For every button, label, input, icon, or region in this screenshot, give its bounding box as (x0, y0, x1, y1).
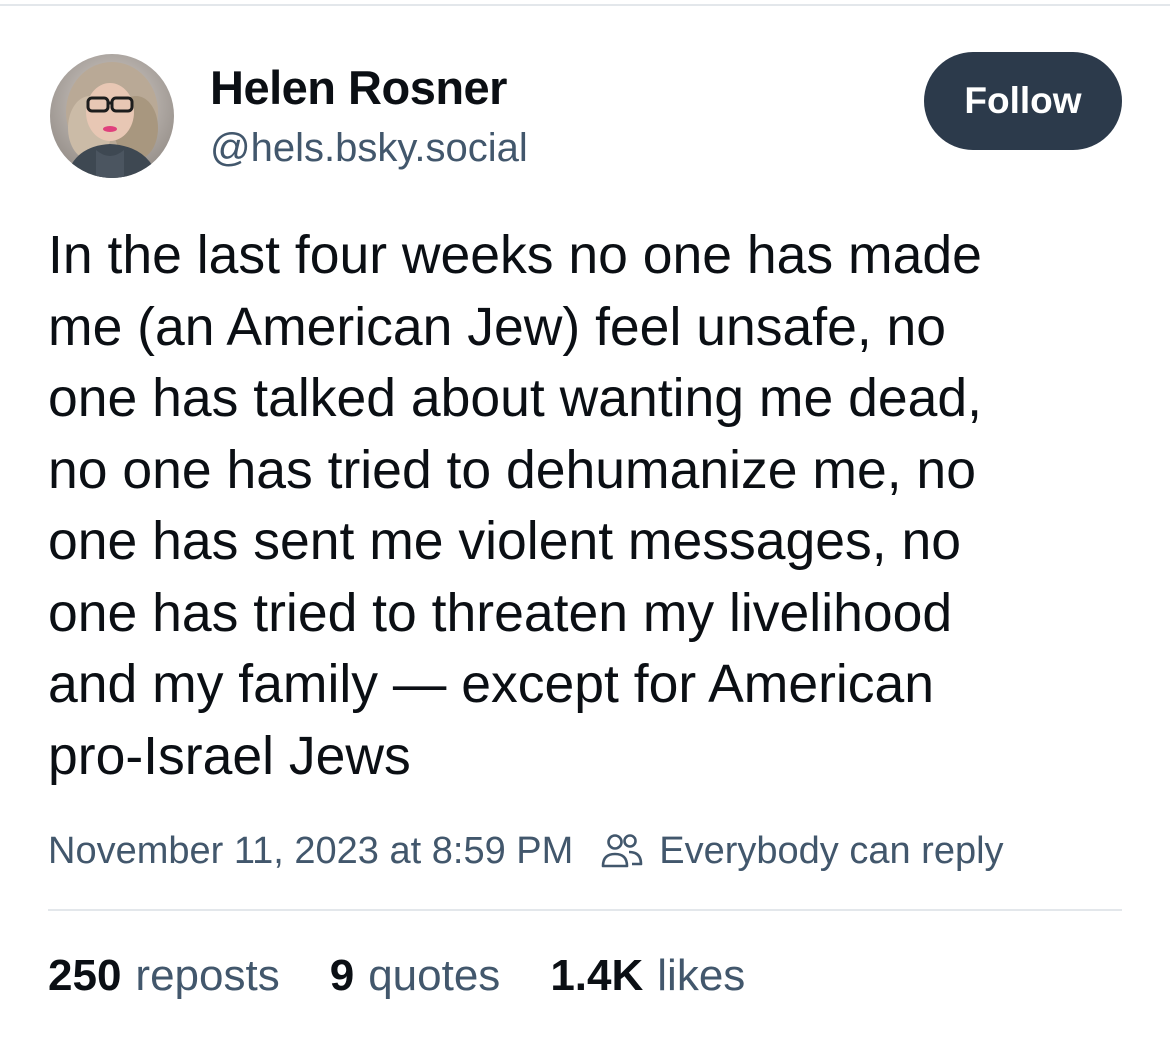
avatar[interactable] (50, 54, 174, 178)
people-icon (599, 831, 645, 871)
avatar-image (50, 54, 174, 178)
author-display-name[interactable]: Helen Rosner (210, 60, 507, 115)
post-timestamp[interactable]: November 11, 2023 at 8:59 PM (48, 830, 573, 873)
post-card: Helen Rosner @hels.bsky.social Follow In… (0, 0, 1170, 1038)
reposts-label: reposts (135, 951, 280, 1000)
follow-button[interactable]: Follow (924, 52, 1122, 150)
likes-stat[interactable]: 1.4K likes (550, 951, 745, 1001)
author-handle[interactable]: @hels.bsky.social (210, 126, 528, 171)
post-text: In the last four weeks no one has made m… (48, 226, 982, 786)
quotes-count: 9 (329, 951, 355, 1000)
post-meta: November 11, 2023 at 8:59 PM Everybody c… (48, 826, 1004, 876)
reply-setting-label: Everybody can reply (659, 829, 1004, 872)
quotes-label: quotes (368, 951, 501, 1000)
likes-label: likes (657, 951, 746, 1000)
stats-divider (48, 909, 1122, 911)
reposts-stat[interactable]: 250 reposts (48, 951, 280, 1001)
reposts-count: 250 (48, 951, 122, 1000)
quotes-stat[interactable]: 9 quotes (330, 951, 501, 1001)
reply-setting: Everybody can reply (599, 829, 1004, 873)
post-stats: 250 reposts 9 quotes 1.4K likes (48, 948, 795, 1004)
likes-count: 1.4K (550, 951, 644, 1000)
